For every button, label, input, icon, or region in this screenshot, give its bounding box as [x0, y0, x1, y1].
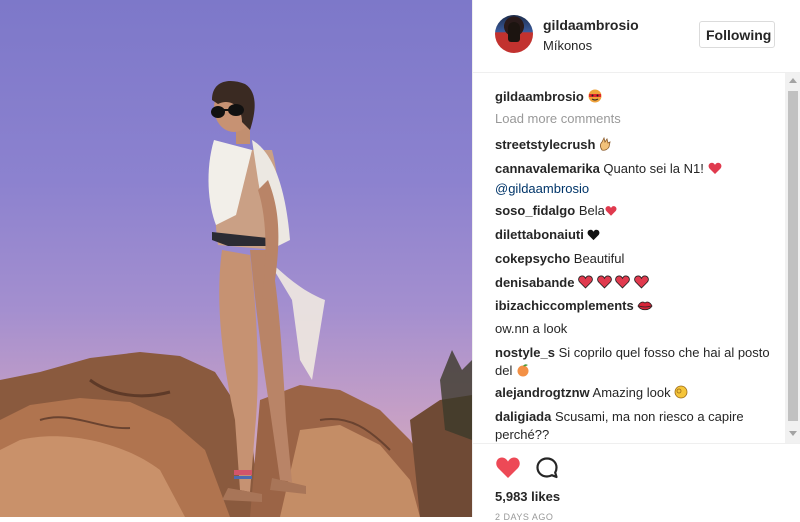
load-more-comments[interactable]: Load more comments — [495, 111, 621, 126]
comment-icon — [536, 457, 558, 479]
comment-item: nostyle_s Si coprilo quel fosso che hai … — [495, 344, 777, 382]
ok-hand-icon — [599, 136, 611, 156]
comment-item: cannavalemarika Quanto sei la N1! @gilda… — [495, 160, 777, 198]
post-username[interactable]: gildaambrosio — [543, 17, 639, 33]
ok-hand-icon — [674, 385, 688, 404]
red-heart-icon — [634, 275, 649, 294]
black-heart-icon — [587, 228, 600, 246]
red-heart-icon — [615, 275, 631, 294]
comment-item: streetstylecrush — [495, 136, 777, 156]
peach-icon — [516, 363, 530, 382]
caption: gildaambrosio — [495, 88, 777, 108]
scroll-up-arrow-icon[interactable] — [789, 78, 797, 83]
red-heart-icon — [708, 162, 722, 180]
comment-item: ow.nn a look — [495, 320, 777, 338]
avatar[interactable] — [495, 15, 533, 53]
scroll-down-arrow-icon[interactable] — [789, 431, 797, 436]
comment-item: dilettabonaiuti — [495, 226, 777, 246]
post-panel: gildaambrosio Míkonos Following gildaamb… — [472, 0, 800, 522]
lips-icon — [637, 299, 653, 317]
comment-username[interactable]: cannavalemarika — [495, 161, 600, 176]
comment-username[interactable]: denisabande — [495, 275, 574, 290]
comment-text: Bela — [578, 203, 605, 218]
post-timestamp: 2 DAYS AGO — [495, 512, 554, 522]
comment-text: a look — [532, 321, 568, 336]
comment-text: Amazing look — [592, 385, 671, 400]
comment-item: daligiada Scusami, ma non riesco a capir… — [495, 408, 777, 443]
comment-mention[interactable]: @gildaambrosio — [495, 181, 589, 196]
comment-item: ibizachiccomplements — [495, 297, 777, 317]
red-heart-icon — [596, 275, 612, 294]
post-location[interactable]: Míkonos — [543, 38, 592, 53]
comment-username[interactable]: daligiada — [495, 409, 551, 424]
comment-username[interactable]: nostyle_s — [495, 345, 555, 360]
comment-username[interactable]: cokepsycho — [495, 251, 570, 266]
face-emoji-icon — [587, 89, 603, 108]
comment-text: Beautiful — [573, 251, 625, 266]
post-actions: 5,983 likes 2 DAYS AGO — [473, 443, 800, 522]
comment-text: Quanto sei la N1! — [603, 161, 704, 176]
comments-scrollbar[interactable] — [785, 73, 800, 443]
post-photo-art — [0, 81, 472, 517]
comment-username[interactable]: ibizachiccomplements — [495, 298, 634, 313]
comment-username[interactable]: dilettabonaiuti — [495, 227, 584, 242]
comment-username[interactable]: ow.nn — [495, 321, 529, 336]
comment-item: soso_fidalgo Bela — [495, 202, 777, 222]
comment-username[interactable]: streetstylecrush — [495, 137, 595, 152]
post-photo[interactable] — [0, 0, 472, 517]
comment-item: denisabande — [495, 274, 777, 294]
red-heart-icon — [605, 204, 617, 222]
comment-button[interactable] — [535, 456, 561, 482]
scrollbar-thumb[interactable] — [788, 91, 798, 421]
comment-username[interactable]: soso_fidalgo — [495, 203, 575, 218]
comment-username[interactable]: alejandrogtznw — [495, 385, 590, 400]
following-button[interactable]: Following — [699, 21, 775, 48]
comment-item: cokepsycho Beautiful — [495, 250, 777, 268]
likes-count[interactable]: 5,983 likes — [495, 489, 560, 504]
heart-icon — [496, 457, 520, 478]
caption-username[interactable]: gildaambrosio — [495, 89, 584, 104]
like-button[interactable] — [495, 456, 521, 482]
comments-list: gildaambrosio Load more comments streets… — [473, 73, 785, 443]
comment-item: alejandrogtznw Amazing look — [495, 384, 777, 404]
post-header: gildaambrosio Míkonos Following — [473, 0, 800, 73]
red-heart-icon — [578, 275, 593, 294]
